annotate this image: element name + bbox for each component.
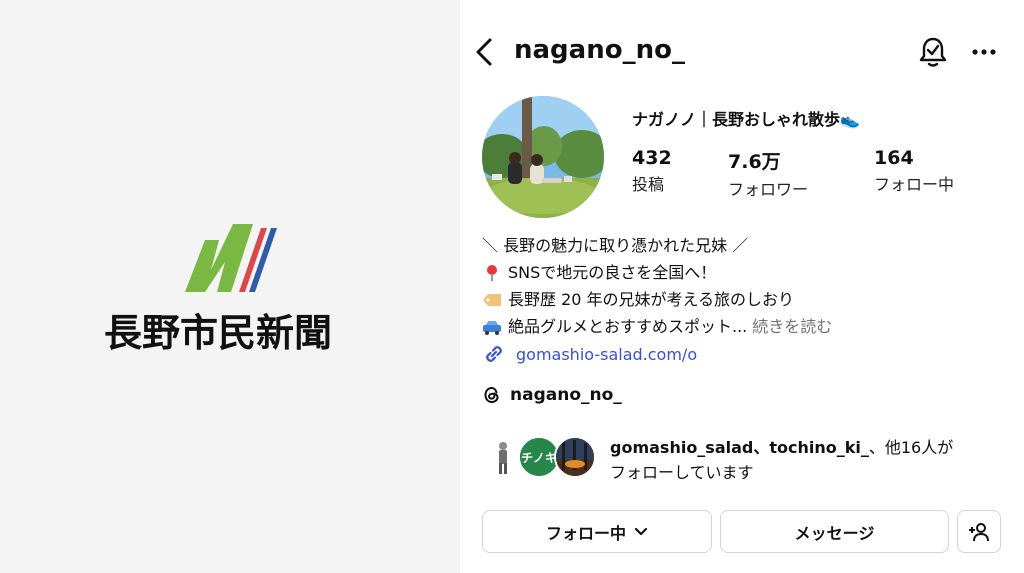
tag-icon: [483, 293, 501, 306]
bio-line: 長野歴 20 年の兄妹が考える旅のしおり: [482, 286, 832, 313]
followed-by-text: gomashio_salad、tochino_ki_、他16人が フォローしてい…: [610, 435, 953, 485]
message-button-label: メッセージ: [794, 523, 875, 543]
bio-line: ＼ 長野の魅力に取り憑かれた兄妹 ／: [482, 232, 832, 259]
display-name: ナガノノ｜長野おしゃれ散歩👟: [632, 110, 860, 129]
posts-label: 投稿: [632, 175, 665, 194]
brand-name: 長野市民新聞: [104, 311, 333, 355]
car-icon: [483, 320, 501, 335]
bio: ＼ 長野の魅力に取り憑かれた兄妹 ／ SNSで地元の良さを全国へ！ 長野歴 20…: [482, 232, 832, 340]
bio-line: 絶品グルメとおすすめスポット... 続きを読む: [482, 313, 832, 340]
add-person-icon: [969, 522, 989, 541]
avatar-photo: [482, 96, 604, 218]
threads-icon: [484, 386, 499, 404]
mutual-line2: フォローしています: [610, 463, 754, 482]
bio-text: 絶品グルメとおすすめスポット...: [508, 317, 748, 336]
mutual-avatar: [554, 436, 596, 478]
stat-followers[interactable]: 7.6万 フォロワー: [728, 147, 808, 200]
followers-label: フォロワー: [728, 180, 809, 199]
threads-handle: nagano_no_: [510, 385, 622, 405]
chevron-left-icon[interactable]: [472, 36, 496, 68]
following-count: 164: [874, 147, 914, 169]
posts-count: 432: [632, 147, 672, 169]
nagano-n-logo-icon: [185, 224, 277, 292]
bell-check-icon[interactable]: [918, 36, 948, 68]
following-button-label: フォロー中: [545, 523, 626, 543]
following-label: フォロー中: [874, 175, 955, 194]
add-user-button[interactable]: [957, 510, 1001, 553]
read-more-link[interactable]: 続きを読む: [752, 313, 832, 340]
following-button[interactable]: フォロー中: [482, 510, 712, 553]
followed-by[interactable]: チノキ gomashio_salad、tochino_ki_、他16人が フォロ…: [482, 430, 1022, 486]
website-url: gomashio-salad.com/o: [516, 344, 698, 364]
mutual-avatar-label: チノキ: [521, 451, 557, 465]
message-button[interactable]: メッセージ: [720, 510, 949, 553]
threads-badge[interactable]: nagano_no_: [482, 385, 622, 405]
mutual-names: gomashio_salad、tochino_ki_: [610, 438, 869, 457]
page-title-username: nagano_no_: [514, 35, 685, 65]
pin-icon: [487, 264, 497, 281]
stat-posts[interactable]: 432 投稿: [632, 147, 672, 195]
chevron-down-icon: [634, 527, 648, 535]
link-icon: [486, 346, 502, 362]
bio-text: ＼ 長野の魅力に取り憑かれた兄妹 ／: [482, 236, 749, 255]
followers-count: 7.6万: [728, 151, 781, 173]
bio-line: SNSで地元の良さを全国へ！: [482, 259, 832, 286]
mutual-suffix: 、他16人が: [868, 438, 954, 457]
stat-following[interactable]: 164 フォロー中: [874, 147, 954, 195]
ellipsis-icon[interactable]: [970, 38, 998, 66]
website-link[interactable]: gomashio-salad.com/o: [482, 342, 697, 366]
bio-text: SNSで地元の良さを全国へ！: [508, 263, 717, 282]
profile-panel: nagano_no_ ナガノノ｜長野おしゃれ散歩👟 432 投稿 7.6万 フォ…: [460, 0, 1024, 573]
bio-text: 長野歴 20 年の兄妹が考える旅のしおり: [508, 290, 795, 309]
profile-avatar[interactable]: [482, 96, 604, 218]
brand-panel: 長野市民新聞: [0, 0, 460, 573]
